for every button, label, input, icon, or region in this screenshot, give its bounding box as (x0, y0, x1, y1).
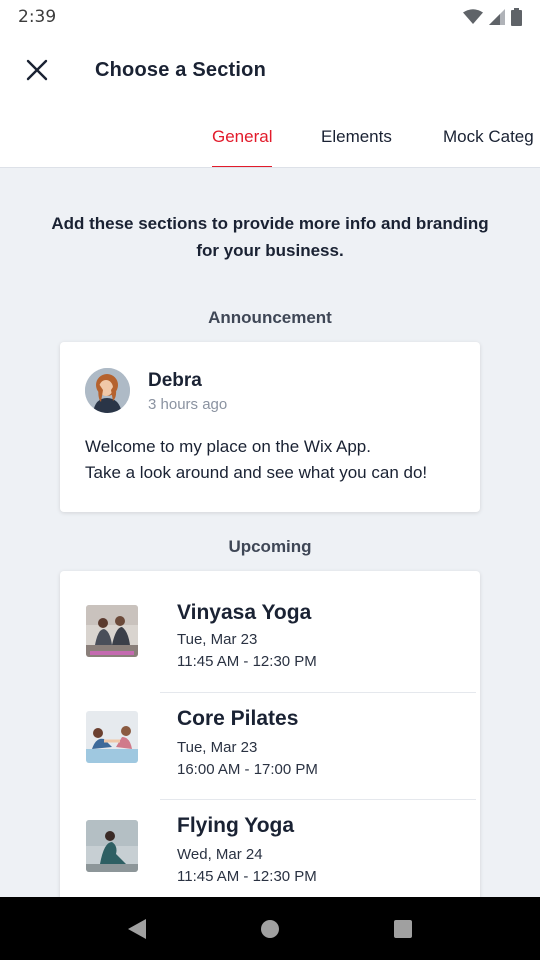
announcement-card[interactable]: Debra 3 hours ago Welcome to my place on… (60, 342, 480, 512)
tab-label: Elements (321, 127, 392, 146)
avatar (85, 368, 130, 413)
event-title: Core Pilates (177, 707, 299, 730)
post-body: Welcome to my place on the Wix App. Take… (85, 434, 465, 486)
event-thumbnail (86, 820, 138, 872)
event-row-flying-yoga[interactable]: Flying Yoga Wed, Mar 24 11:45 AM - 12:30… (60, 800, 480, 906)
header: Choose a Section (0, 34, 540, 106)
status-icons (463, 8, 522, 26)
intro-text: Add these sections to provide more info … (51, 214, 489, 260)
event-time: 11:45 AM - 12:30 PM (177, 868, 317, 885)
post-body-line: Take a look around and see what you can … (85, 463, 428, 482)
home-icon (260, 919, 279, 938)
close-icon (26, 59, 48, 81)
event-thumbnail (86, 711, 138, 763)
announcement-label: Announcement (208, 308, 332, 327)
battery-icon (511, 8, 522, 26)
upcoming-label: Upcoming (228, 537, 312, 556)
upcoming-card: Vinyasa Yoga Tue, Mar 23 11:45 AM - 12:3… (60, 571, 480, 911)
status-time: 2:39 (18, 7, 57, 27)
home-button[interactable] (240, 897, 300, 960)
tab-mock-category[interactable]: Mock Categ (443, 106, 534, 167)
post-timestamp: 3 hours ago (148, 396, 228, 413)
close-button[interactable] (0, 34, 74, 106)
event-row-vinyasa-yoga[interactable]: Vinyasa Yoga Tue, Mar 23 11:45 AM - 12:3… (60, 571, 480, 677)
post-author: Debra (148, 370, 202, 391)
back-button[interactable] (107, 897, 167, 960)
screen: 2:39 Choose a Section General Elements M… (0, 0, 540, 960)
page-title: Choose a Section (95, 58, 267, 81)
event-date: Wed, Mar 24 (177, 846, 263, 863)
event-title: Flying Yoga (177, 814, 295, 837)
event-thumbnail (86, 605, 138, 657)
navigation-bar (0, 897, 540, 960)
status-bar: 2:39 (0, 0, 540, 34)
tab-active-indicator (212, 166, 273, 167)
event-title: Vinyasa Yoga (177, 601, 312, 624)
event-date: Tue, Mar 23 (177, 739, 258, 756)
tab-general[interactable]: General (212, 106, 273, 167)
back-icon (127, 918, 146, 939)
tab-elements[interactable]: Elements (321, 106, 392, 167)
event-time: 11:45 AM - 12:30 PM (177, 653, 317, 670)
recents-icon (394, 919, 413, 938)
tab-label: Mock Categ (443, 127, 534, 146)
tab-label: General (212, 127, 273, 146)
wifi-icon (463, 9, 483, 25)
signal-icon (489, 9, 505, 25)
event-time: 16:00 AM - 17:00 PM (177, 761, 318, 778)
post-body-line: Welcome to my place on the Wix App. (85, 437, 371, 456)
recents-button[interactable] (373, 897, 433, 960)
event-row-core-pilates[interactable]: Core Pilates Tue, Mar 23 16:00 AM - 17:0… (60, 693, 480, 799)
tab-bar: General Elements Mock Categ (0, 106, 540, 168)
event-date: Tue, Mar 23 (177, 631, 258, 648)
